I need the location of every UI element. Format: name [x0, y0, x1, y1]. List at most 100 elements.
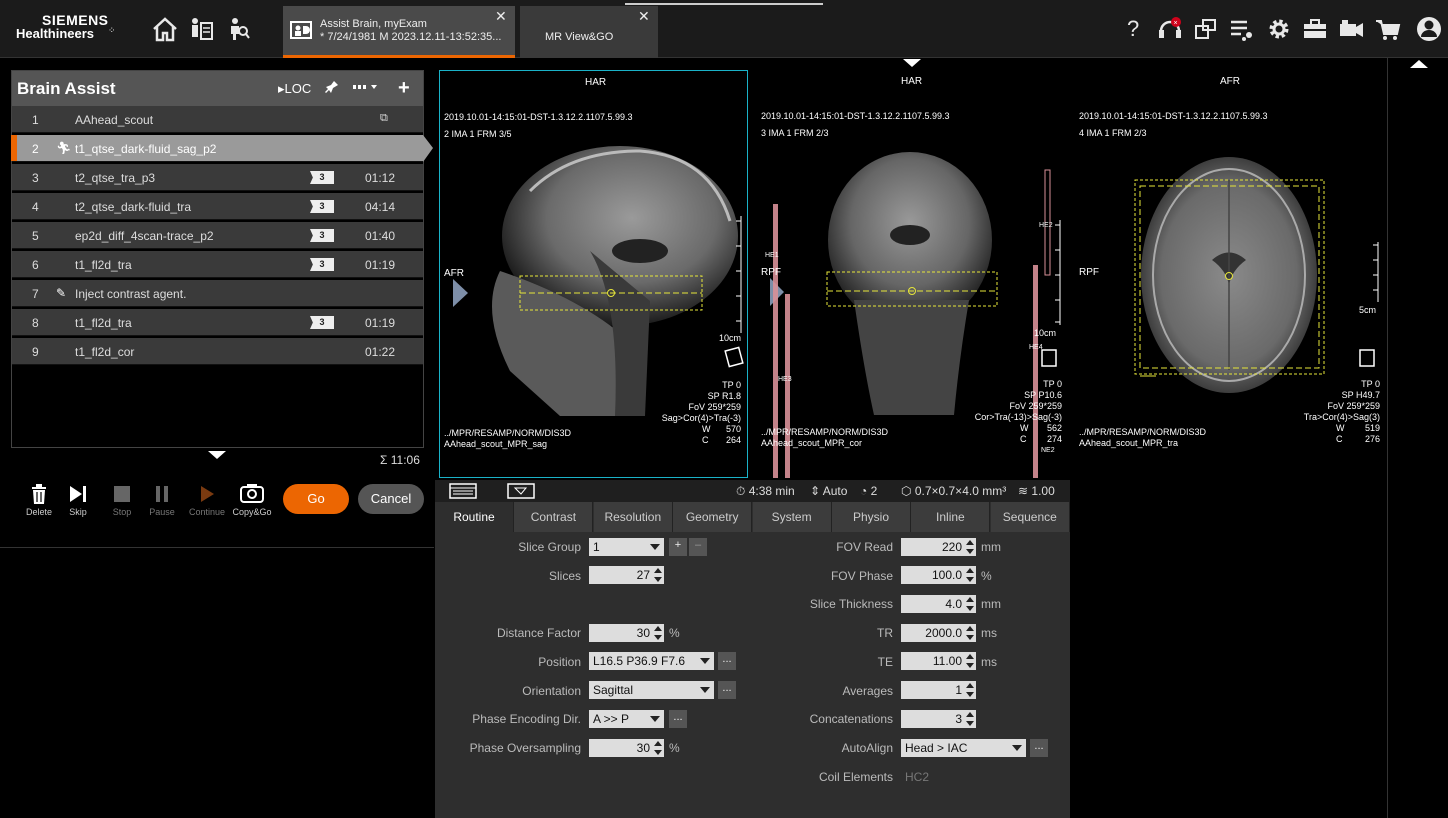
help-icon[interactable]: ? [1121, 14, 1147, 44]
averages-stepper[interactable]: 1 [901, 681, 976, 699]
viewer-transversal[interactable]: AFR 2019.10.01-14:15:01-DST-1.3.12.2.110… [1072, 70, 1386, 478]
pin-icon[interactable] [325, 80, 339, 97]
remove-slice-group-button[interactable]: – [689, 538, 707, 556]
scroll-down-icon[interactable] [208, 451, 226, 459]
spin-arrows-icon[interactable] [965, 625, 975, 641]
more-options-icon[interactable] [352, 80, 378, 97]
total-duration: Σ 11:06 [380, 453, 420, 467]
tab-inline[interactable]: Inline [911, 502, 991, 532]
tab-system[interactable]: System [752, 502, 832, 532]
fov-read-stepper[interactable]: 220 [901, 538, 976, 556]
tab-indicator-line [625, 3, 823, 5]
user-icon[interactable] [1414, 14, 1444, 44]
tab-exam[interactable]: Assist Brain, myExam * 7/24/1981 M 2023.… [283, 6, 515, 58]
cancel-button[interactable]: Cancel [358, 484, 424, 514]
concatenations-stepper[interactable]: 3 [901, 710, 976, 728]
go-button[interactable]: Go [283, 484, 349, 514]
toolbox-icon[interactable] [1300, 14, 1330, 44]
collapse-arrow-icon[interactable] [903, 59, 921, 67]
protocol-row[interactable]: 9 t1_fl2d_cor 01:22 [12, 338, 423, 365]
spin-arrows-icon[interactable] [965, 596, 975, 612]
scale-arrows-icon: ⇕ [810, 484, 823, 498]
protocol-name: t1_qtse_dark-fluid_sag_p2 [75, 142, 217, 156]
queue-icon[interactable] [1227, 14, 1257, 44]
slices-stepper[interactable]: 27 [589, 566, 664, 584]
tab-physio[interactable]: Physio [832, 502, 911, 532]
collapse-up-icon[interactable] [1410, 60, 1428, 68]
viewer-coronal[interactable]: HAR 2019.10.01-14:15:01-DST-1.3.12.2.110… [754, 70, 1068, 478]
close-icon[interactable]: ✕ [495, 8, 507, 25]
image-viewers: HAR 2019.10.01-14:15:01-DST-1.3.12.2.110… [435, 58, 1448, 490]
chevron-down-icon [650, 544, 660, 550]
logo-dots-icon: ⁘ [108, 25, 115, 35]
slice-group-select[interactable]: 1 [589, 538, 664, 556]
delete-button[interactable]: Delete [18, 483, 60, 517]
phase-encoding-select[interactable]: A >> P [589, 710, 664, 728]
card-view-icon[interactable] [449, 483, 477, 502]
settings-icon[interactable] [1264, 14, 1294, 44]
headset-icon[interactable]: × [1155, 14, 1185, 44]
protocol-header: Brain Assist ▸LOC + [12, 71, 423, 106]
protocol-duration: 01:12 [365, 171, 396, 185]
continue-button[interactable]: Continue [186, 483, 228, 517]
protocol-row[interactable]: 6 t1_fl2d_tra 3 01:19 [12, 251, 423, 278]
phase-oversampling-stepper[interactable]: 30 [589, 739, 664, 757]
tab-routine[interactable]: Routine [435, 502, 514, 532]
row-number: 5 [32, 229, 39, 243]
protocol-row[interactable]: 8 t1_fl2d_tra 3 01:19 [12, 309, 423, 336]
viewer-sagittal[interactable]: HAR 2019.10.01-14:15:01-DST-1.3.12.2.110… [439, 70, 748, 478]
protocol-row[interactable]: 1 AAhead_scout ⧉ [12, 106, 423, 133]
windows-icon[interactable] [1191, 14, 1221, 44]
graphic-view-icon[interactable] [507, 483, 535, 502]
stop-button[interactable]: Stop [101, 483, 143, 517]
camera-icon[interactable] [1336, 14, 1366, 44]
tab-mr-viewgo[interactable]: MR View&GO ✕ [520, 6, 658, 58]
syringe-icon: ✎ [56, 286, 67, 300]
fov-phase-stepper[interactable]: 100.0 [901, 566, 976, 584]
loc-button[interactable]: ▸LOC [278, 81, 311, 97]
protocol-name: AAhead_scout [75, 113, 154, 127]
spin-arrows-icon[interactable] [653, 567, 663, 583]
copy-go-button[interactable]: Copy&Go [231, 483, 273, 517]
protocol-row[interactable]: 2 🏃︎ t1_qtse_dark-fluid_sag_p2 [11, 135, 433, 162]
spin-arrows-icon[interactable] [965, 539, 975, 555]
tr-stepper[interactable]: 2000.0 [901, 624, 976, 642]
orientation-select[interactable]: Sagittal [589, 681, 714, 699]
spin-arrows-icon[interactable] [965, 711, 975, 727]
spin-arrows-icon[interactable] [965, 653, 975, 669]
add-slice-group-button[interactable]: + [669, 538, 687, 556]
copy-icon[interactable]: ⧉ [380, 112, 388, 125]
orientation-more-button[interactable]: ... [718, 681, 736, 699]
distance-factor-stepper[interactable]: 30 [589, 624, 664, 642]
position-more-button[interactable]: ... [718, 652, 736, 670]
patient-registration-icon[interactable] [186, 14, 216, 44]
slice-thickness-stepper[interactable]: 4.0 [901, 595, 976, 613]
skip-button[interactable]: Skip [57, 483, 99, 517]
autoalign-more-button[interactable]: ... [1030, 739, 1048, 757]
spin-arrows-icon[interactable] [653, 740, 663, 756]
patient-browser-icon[interactable] [222, 14, 252, 44]
position-select[interactable]: L16.5 P36.9 F7.6 [589, 652, 714, 670]
te-stepper[interactable]: 11.00 [901, 652, 976, 670]
cart-icon[interactable] [1373, 14, 1403, 44]
tab-resolution[interactable]: Resolution [593, 502, 673, 532]
protocol-row[interactable]: 5 ep2d_diff_4scan-trace_p2 3 01:40 [12, 222, 423, 249]
add-icon[interactable]: + [398, 77, 410, 100]
pause-button[interactable]: Pause [141, 483, 183, 517]
protocol-name: t1_fl2d_tra [75, 316, 132, 330]
spin-arrows-icon[interactable] [965, 682, 975, 698]
spin-arrows-icon[interactable] [965, 567, 975, 583]
protocol-row[interactable]: 4 t2_qtse_dark-fluid_tra 3 04:14 [12, 193, 423, 220]
protocol-row[interactable]: 3 t2_qtse_tra_p3 3 01:12 [12, 164, 423, 191]
tab-sequence[interactable]: Sequence [990, 502, 1070, 532]
autoalign-select[interactable]: Head > IAC [901, 739, 1026, 757]
voxel-cube-icon: ⬡ [901, 484, 915, 498]
home-icon[interactable] [150, 14, 180, 44]
tab-contrast[interactable]: Contrast [514, 502, 594, 532]
spin-arrows-icon[interactable] [653, 625, 663, 641]
protocol-row[interactable]: 7 ✎ Inject contrast agent. [12, 280, 423, 307]
close-icon[interactable]: ✕ [638, 8, 650, 25]
tab-geometry[interactable]: Geometry [673, 502, 753, 532]
phase-encoding-more-button[interactable]: ... [669, 710, 687, 728]
protocol-list: Brain Assist ▸LOC + 1 AAhead_scout ⧉ 2 🏃︎ t1_… [11, 70, 433, 448]
